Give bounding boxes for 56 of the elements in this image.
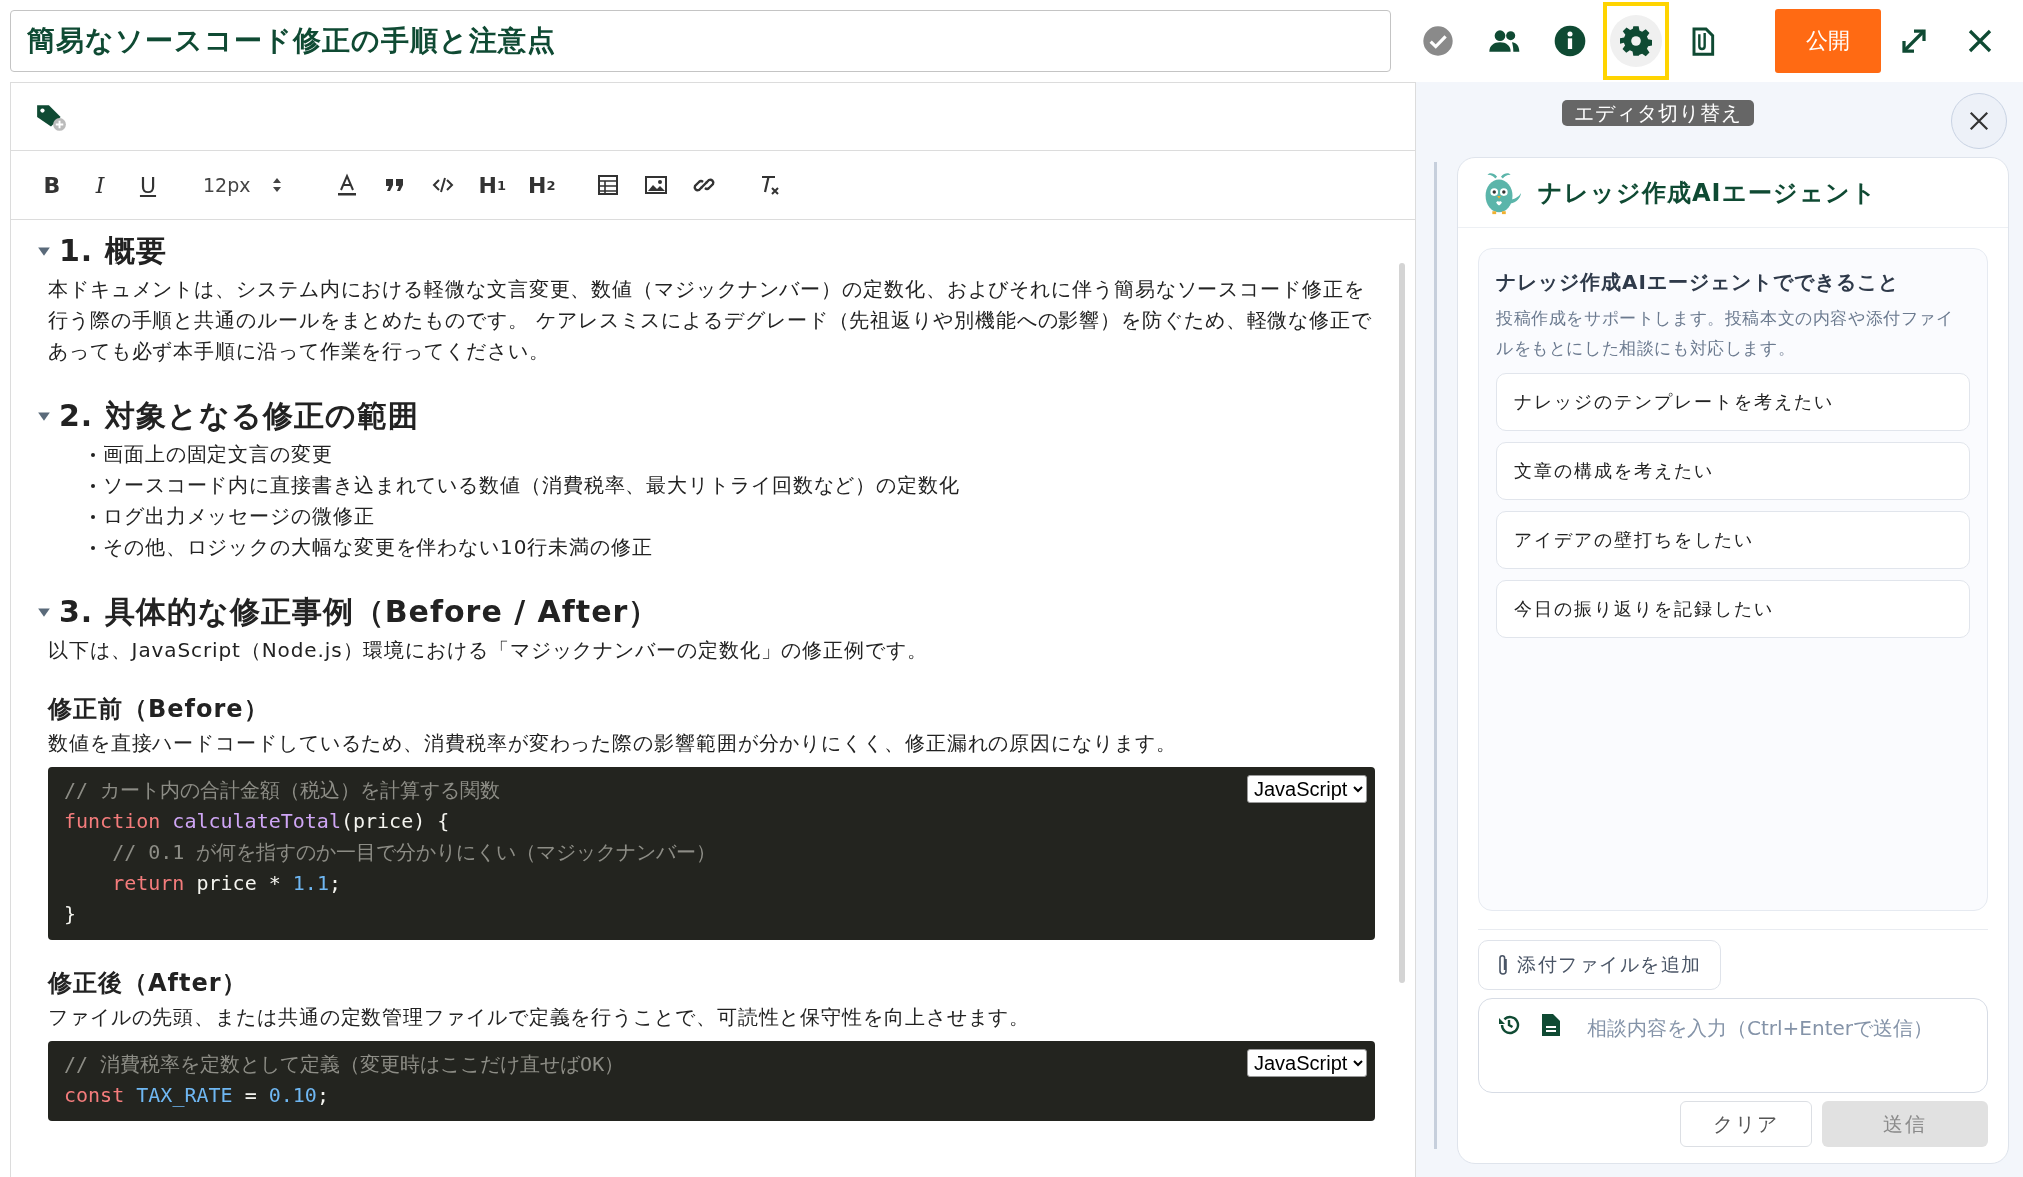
scrollbar[interactable] bbox=[1399, 263, 1405, 983]
settings-icon bbox=[1620, 25, 1652, 57]
code-line: // 0.1 が何を指すのか一目で分かりにくい（マジックナンバー） bbox=[111, 839, 717, 866]
panel-heading: ナレッジ作成AIエージェントでできること bbox=[1496, 269, 1900, 296]
bullet-icon bbox=[91, 545, 95, 550]
list-item: 画面上の固定文言の変更 bbox=[103, 441, 333, 468]
bullet-icon bbox=[91, 452, 95, 457]
clear-button[interactable]: クリア bbox=[1680, 1101, 1812, 1147]
suggestion-button[interactable]: 今日の振り返りを記録したい bbox=[1496, 580, 1970, 638]
section-heading: 2. 対象となる修正の範囲 bbox=[59, 397, 419, 435]
paragraph: 本ドキュメントは、システム内における軽微な文言変更、数値（マジックナンバー）の定数化、およびそれに伴う簡易なソースコード修正を行う際の手順と共通のルールをまとめたものです。 ケアレスミスによるデグレード（先祖返りや別機能への影響）を防ぐため、軽微な修正であっても必ず本手順に沿って作業を行ってください。 bbox=[48, 276, 1373, 365]
close-icon bbox=[1968, 110, 1990, 132]
section-heading: 3. 具体的な修正事例（Before / After） bbox=[59, 593, 660, 631]
image-icon bbox=[644, 173, 669, 197]
agent-title: ナレッジ作成AIエージェント bbox=[1538, 177, 1877, 209]
code-line: // カート内の合計金額（税込）を計算する関数 bbox=[64, 777, 501, 804]
code-line: } bbox=[64, 901, 77, 928]
bold-button[interactable]: B bbox=[39, 165, 65, 205]
language-select[interactable]: JavaScript bbox=[1247, 775, 1367, 803]
paperclip-icon bbox=[1497, 953, 1509, 977]
list-item: ソースコード内に直接書き込まれている数値（消費税率、最大リトライ回数など）の定数化 bbox=[103, 472, 960, 499]
close-button[interactable] bbox=[1951, 93, 2007, 149]
paragraph: ファイルの先頭、または共通の定数管理ファイルで定義を行うことで、可読性と保守性を向上させます。 bbox=[48, 1004, 1032, 1031]
paragraph: 以下は、JavaScript（Node.js）環境における「マジックナンバーの定数化」の修正例です。 bbox=[48, 637, 929, 664]
underline-button[interactable]: U bbox=[135, 165, 161, 205]
message-field[interactable]: 相談内容を入力（Ctrl+Enterで送信） bbox=[1587, 1013, 1971, 1043]
sort-icon bbox=[272, 177, 283, 193]
code-line: // 消費税率を定数として定義（変更時はここだけ直せばOK） bbox=[64, 1051, 625, 1078]
info-icon bbox=[1554, 25, 1586, 57]
bullet-icon bbox=[91, 514, 95, 519]
tooltip: エディタ切り替え bbox=[1562, 100, 1754, 126]
subheading: 修正前（Before） bbox=[48, 694, 270, 725]
suggestion-button[interactable]: アイデアの壁打ちをしたい bbox=[1496, 511, 1970, 569]
section-heading: 1. 概要 bbox=[59, 232, 167, 270]
suggestion-button[interactable]: ナレッジのテンプレートを考えたい bbox=[1496, 373, 1970, 431]
language-select[interactable]: JavaScript bbox=[1247, 1049, 1367, 1077]
italic-button[interactable]: I bbox=[87, 165, 113, 205]
check-circle-icon bbox=[1422, 25, 1454, 57]
paragraph: 数値を直接ハードコードしているため、消費税率が変わった際の影響範囲が分かりにくく、修正漏れの原因になります。 bbox=[48, 730, 1178, 757]
list-item: ログ出力メッセージの微修正 bbox=[103, 503, 375, 530]
bullet-icon bbox=[91, 483, 95, 488]
code-line: function calculateTotal(price) { bbox=[64, 808, 450, 835]
font-size-select[interactable]: 12px bbox=[203, 165, 283, 205]
list-item: その他、ロジックの大幅な変更を伴わない10行未満の修正 bbox=[103, 534, 653, 561]
code-line: const TAX_RATE = 0.10; bbox=[64, 1082, 329, 1109]
description: 投稿作成をサポートします。投稿本文の内容や添付ファイルをもとにした相談にも対応します。 bbox=[1496, 307, 1955, 360]
toolbar-button[interactable] bbox=[1603, 2, 1669, 80]
suggestion-button[interactable]: 文章の構成を考えたい bbox=[1496, 442, 1970, 500]
subheading: 修正後（After） bbox=[48, 968, 248, 999]
expand-icon bbox=[1899, 26, 1929, 56]
attach-file-button[interactable]: 添付ファイルを追加 bbox=[1478, 940, 1721, 990]
code-line: return price * 1.1; bbox=[111, 870, 341, 897]
title-field[interactable]: 簡易なソースコード修正の手順と注意点 bbox=[10, 10, 1391, 72]
history-icon[interactable] bbox=[1497, 1013, 1521, 1037]
table-icon bbox=[596, 173, 621, 197]
document-icon[interactable] bbox=[1541, 1013, 1561, 1037]
